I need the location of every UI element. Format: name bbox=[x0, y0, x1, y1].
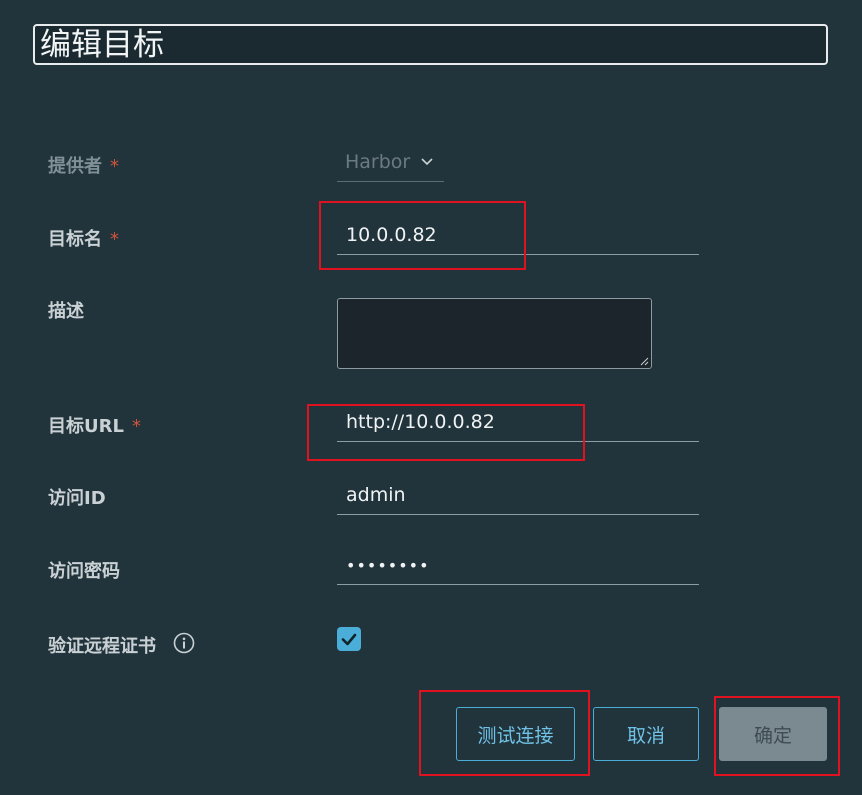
highlight-box-test-connection bbox=[419, 690, 590, 776]
access-id-label: 访问ID bbox=[48, 488, 106, 509]
highlight-box-ok bbox=[714, 696, 840, 776]
access-secret-label: 访问密码 bbox=[48, 561, 120, 582]
verify-cert-checkbox[interactable] bbox=[337, 627, 361, 651]
required-mark: * bbox=[110, 229, 119, 250]
highlight-box-target-name bbox=[319, 201, 526, 270]
dialog-title: 编辑目标 bbox=[40, 27, 164, 63]
provider-label: 提供者 * bbox=[48, 152, 119, 178]
verify-cert-label: 验证远程证书 bbox=[48, 636, 156, 657]
access-secret-value: •••••••• bbox=[346, 556, 430, 575]
required-mark: * bbox=[131, 416, 141, 437]
check-icon bbox=[341, 633, 357, 646]
access-secret-input[interactable]: •••••••• bbox=[337, 549, 699, 585]
target-name-label: 目标名 * bbox=[48, 225, 119, 251]
description-label: 描述 bbox=[48, 301, 84, 322]
resize-grip-icon[interactable] bbox=[639, 356, 649, 366]
description-textarea[interactable] bbox=[337, 298, 652, 369]
chevron-down-icon bbox=[421, 158, 433, 166]
target-name-label-text: 目标名 bbox=[48, 229, 102, 250]
target-url-label-text: 目标URL bbox=[48, 416, 124, 437]
provider-select-value: Harbor bbox=[345, 151, 411, 173]
target-url-label: 目标URL * bbox=[48, 412, 141, 438]
provider-select[interactable]: Harbor bbox=[337, 146, 444, 182]
highlight-box-target-url bbox=[307, 404, 585, 461]
access-id-value: admin bbox=[346, 484, 406, 506]
access-id-input[interactable]: admin bbox=[337, 479, 699, 515]
required-mark: * bbox=[110, 156, 119, 177]
provider-label-text: 提供者 bbox=[48, 156, 102, 177]
info-icon[interactable] bbox=[173, 632, 195, 654]
cancel-button[interactable]: 取消 bbox=[593, 707, 699, 761]
